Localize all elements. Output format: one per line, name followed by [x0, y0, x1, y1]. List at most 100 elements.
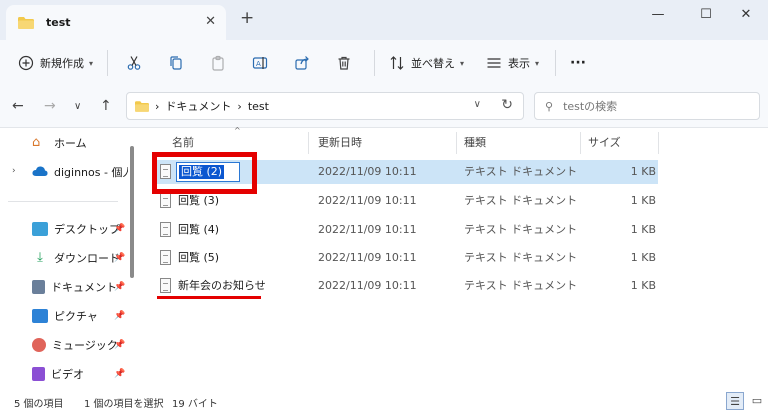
- status-selection-size: 19 バイト: [172, 399, 218, 410]
- file-type: テキスト ドキュメント: [464, 251, 578, 264]
- text-file-icon: [160, 278, 171, 293]
- breadcrumb-test[interactable]: test: [248, 100, 269, 113]
- pin-icon[interactable]: 📌: [114, 340, 125, 350]
- pin-icon[interactable]: 📌: [114, 224, 125, 234]
- file-name: 新年会のお知らせ: [178, 279, 266, 292]
- rename-button[interactable]: A: [252, 55, 268, 71]
- command-bar: 新規作成 ▾ A 並べ替え ▾ 表示 ▾ ···: [0, 40, 768, 86]
- column-header-date[interactable]: 更新日時: [318, 128, 362, 156]
- text-file-icon: [160, 250, 171, 265]
- address-history-chevron-icon[interactable]: ∨: [474, 99, 481, 110]
- sidebar-item-documents[interactable]: ドキュメント: [0, 274, 128, 300]
- delete-button[interactable]: [336, 55, 352, 71]
- pin-icon[interactable]: 📌: [114, 369, 125, 379]
- rename-icon: A: [252, 57, 268, 69]
- pin-icon[interactable]: 📌: [114, 311, 125, 321]
- sidebar-item-label: ミュージック: [52, 339, 118, 352]
- file-name: 回覧 (5): [178, 251, 220, 264]
- pin-icon[interactable]: 📌: [114, 282, 125, 292]
- file-type: テキスト ドキュメント: [464, 279, 578, 292]
- search-box[interactable]: ⚲: [534, 92, 760, 120]
- sort-button[interactable]: 並べ替え ▾: [389, 55, 464, 71]
- minimize-button[interactable]: —: [638, 4, 678, 26]
- music-icon: [32, 338, 46, 352]
- sidebar-scrollbar[interactable]: [130, 146, 134, 278]
- column-divider[interactable]: [580, 132, 581, 154]
- column-header-type[interactable]: 種類: [464, 128, 486, 156]
- sidebar-item-music[interactable]: ミュージック: [0, 332, 128, 358]
- cloud-icon: [32, 165, 48, 179]
- pictures-icon: [32, 309, 48, 323]
- new-tab-button[interactable]: +: [240, 8, 254, 28]
- tiles-view-icon[interactable]: ▭: [748, 392, 766, 410]
- title-bar: test ✕ + — ☐ ✕: [0, 0, 768, 40]
- table-row[interactable]: 回覧 (5) 2022/11/09 10:11 テキスト ドキュメント 1 KB: [152, 246, 658, 270]
- forward-arrow-icon[interactable]: →: [44, 98, 56, 114]
- sort-label: 並べ替え: [411, 57, 456, 70]
- divider: [107, 50, 109, 76]
- svg-text:A: A: [256, 60, 261, 68]
- breadcrumb-documents[interactable]: ドキュメント: [165, 98, 231, 114]
- navigation-pane: ⌂ ホーム › diginnos - 個人用 デスクトップ 📌 ⤓ ダウンロード…: [0, 128, 138, 390]
- column-header-size[interactable]: サイズ: [588, 128, 621, 156]
- paste-button[interactable]: [210, 55, 226, 71]
- sidebar-item-onedrive[interactable]: diginnos - 個人用: [0, 159, 128, 185]
- sort-icon: [390, 56, 404, 70]
- table-row[interactable]: 回覧 (4) 2022/11/09 10:11 テキスト ドキュメント 1 KB: [152, 218, 658, 242]
- column-divider[interactable]: [456, 132, 457, 154]
- up-arrow-icon[interactable]: ↑: [100, 98, 112, 114]
- plus-circle-icon: [18, 55, 34, 71]
- details-view-icon[interactable]: ☰: [726, 392, 744, 410]
- sidebar-item-label: ダウンロード: [54, 252, 120, 265]
- back-arrow-icon[interactable]: ←: [12, 98, 24, 114]
- file-size: 1 KB: [630, 251, 656, 264]
- address-bar[interactable]: › ドキュメント › test ∨ ↻: [126, 92, 524, 120]
- tab-test[interactable]: test ✕: [6, 5, 226, 40]
- view-label: 表示: [508, 57, 531, 70]
- text-file-icon: [160, 222, 171, 237]
- breadcrumb-separator: ›: [155, 99, 160, 113]
- recent-chevron-icon[interactable]: ∨: [74, 101, 81, 112]
- cut-button[interactable]: [126, 55, 142, 71]
- file-date: 2022/11/09 10:11: [318, 223, 417, 236]
- search-input[interactable]: [563, 99, 744, 113]
- desktop-icon: [32, 222, 48, 236]
- sidebar-item-videos[interactable]: ビデオ: [0, 361, 128, 387]
- sidebar-item-label: ピクチャ: [54, 310, 98, 323]
- status-selection: 1 個の項目を選択: [84, 399, 164, 410]
- clipboard-icon: [212, 55, 224, 71]
- sidebar-item-label: diginnos - 個人用: [54, 166, 128, 179]
- sidebar-item-home[interactable]: ⌂ ホーム: [0, 130, 128, 156]
- folder-icon: [18, 16, 34, 29]
- sidebar-item-downloads[interactable]: ⤓ ダウンロード: [0, 245, 128, 271]
- list-view-icon: [487, 58, 501, 68]
- maximize-button[interactable]: ☐: [686, 4, 726, 26]
- close-window-button[interactable]: ✕: [726, 4, 766, 26]
- share-button[interactable]: [294, 55, 310, 71]
- view-button[interactable]: 表示 ▾: [486, 55, 539, 71]
- sidebar-item-label: ドキュメント: [51, 281, 117, 294]
- copy-button[interactable]: [168, 55, 184, 71]
- address-row: ← → ∨ ↑ › ドキュメント › test ∨ ↻ ⚲: [0, 86, 768, 128]
- file-size: 1 KB: [630, 279, 656, 292]
- file-size: 1 KB: [630, 223, 656, 236]
- table-row[interactable]: 新年会のお知らせ 2022/11/09 10:11 テキスト ドキュメント 1 …: [152, 274, 658, 298]
- text-file-icon: [160, 193, 171, 208]
- sidebar-item-desktop[interactable]: デスクトップ: [0, 216, 128, 242]
- pin-icon[interactable]: 📌: [114, 253, 125, 263]
- refresh-icon[interactable]: ↻: [501, 97, 513, 113]
- column-divider[interactable]: [308, 132, 309, 154]
- new-button[interactable]: 新規作成 ▾: [18, 55, 93, 71]
- sidebar-item-pictures[interactable]: ピクチャ: [0, 303, 128, 329]
- column-divider[interactable]: [658, 132, 659, 154]
- sidebar-item-label: ホーム: [54, 137, 87, 150]
- more-options-button[interactable]: ···: [570, 55, 586, 71]
- file-date: 2022/11/09 10:11: [318, 279, 417, 292]
- chevron-down-icon: ▾: [460, 58, 465, 68]
- chevron-down-icon: ▾: [89, 58, 94, 68]
- annotation-underline: [157, 296, 261, 299]
- divider: [555, 50, 557, 76]
- close-tab-icon[interactable]: ✕: [205, 14, 216, 29]
- file-date: 2022/11/09 10:11: [318, 251, 417, 264]
- folder-icon: [135, 100, 149, 112]
